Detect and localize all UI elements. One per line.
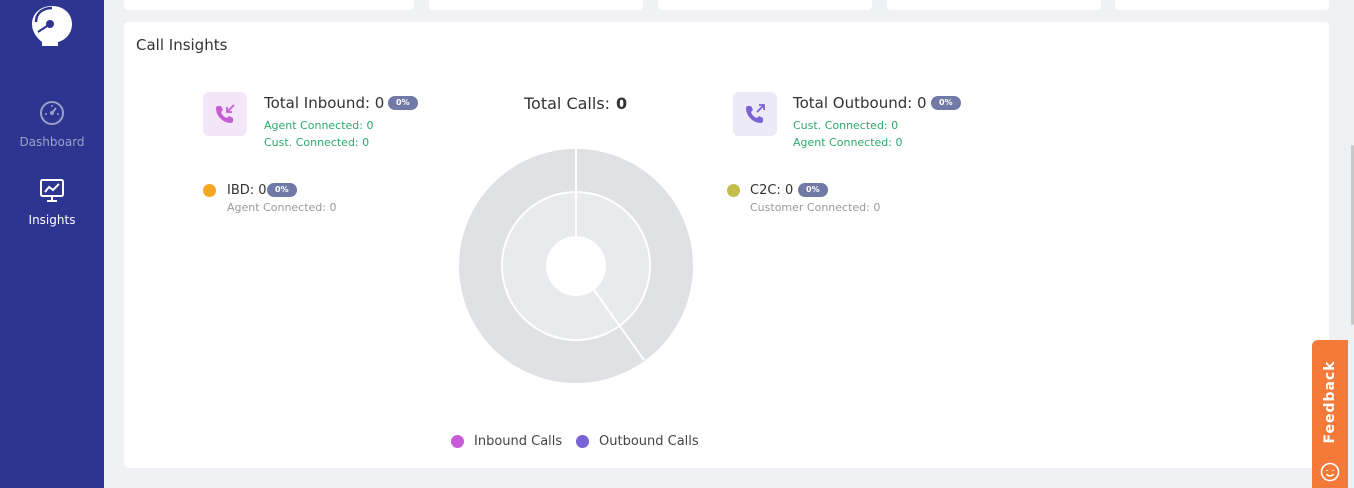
sidebar-item-dashboard[interactable]: Dashboard [0,100,104,149]
scrollbar[interactable] [1348,0,1354,488]
legend-label: Inbound Calls [474,434,563,449]
sidebar-item-insights[interactable]: Insights [0,178,104,227]
ibd-dot [203,184,216,197]
c2c-dot [727,184,740,197]
call-insights-card: Call Insights Total Inbound: 0 0% Agent … [124,22,1329,468]
outbound-agent-connected: Agent Connected: 0 [793,136,903,149]
card-title: Call Insights [136,36,228,54]
sidebar: Dashboard Insights [0,0,104,488]
stat-card [658,0,872,10]
ibd-label: IBD: 0 [227,183,267,198]
ibd-percent-badge: 0% [267,183,297,197]
stat-card [429,0,643,10]
c2c-percent-badge: 0% [798,183,828,197]
outbound-percent-badge: 0% [931,96,961,110]
stat-card [1115,0,1329,10]
sidebar-item-label: Insights [28,213,76,227]
outbound-call-icon [733,92,777,136]
inbound-call-icon [203,92,247,136]
headset-agent-logo-icon [28,2,76,48]
inbound-cust-connected: Cust. Connected: 0 [264,136,370,149]
legend-item-inbound[interactable]: Inbound Calls [451,434,562,449]
speedometer-icon [0,100,104,129]
total-outbound-label: Total Outbound: 0 [793,94,927,112]
sidebar-item-label: Dashboard [19,135,85,149]
legend-item-outbound[interactable]: Outbound Calls [576,434,699,449]
inbound-agent-connected: Agent Connected: 0 [264,119,374,132]
total-calls-value: 0 [616,94,628,113]
feedback-button[interactable]: Feedback [1312,340,1348,488]
inbound-percent-badge: 0% [388,96,418,110]
stat-card [124,0,414,10]
feedback-label: Feedback [1322,360,1338,444]
smiley-icon [1320,462,1340,486]
c2c-label: C2C: 0 [750,183,794,198]
outbound-cust-connected: Cust. Connected: 0 [793,119,899,132]
c2c-customer-connected: Customer Connected: 0 [750,201,881,214]
donut-hole [546,236,606,296]
monitor-chart-icon [0,178,104,207]
total-inbound-label: Total Inbound: 0 [264,94,385,112]
stat-card [887,0,1101,10]
legend-label: Outbound Calls [599,434,699,449]
total-calls-label: Total Calls: [524,94,611,113]
outbound-legend-dot [576,435,589,448]
inbound-legend-dot [451,435,464,448]
calls-donut-chart [459,148,693,383]
ibd-agent-connected: Agent Connected: 0 [227,201,337,214]
total-calls: Total Calls: 0 [524,94,627,113]
